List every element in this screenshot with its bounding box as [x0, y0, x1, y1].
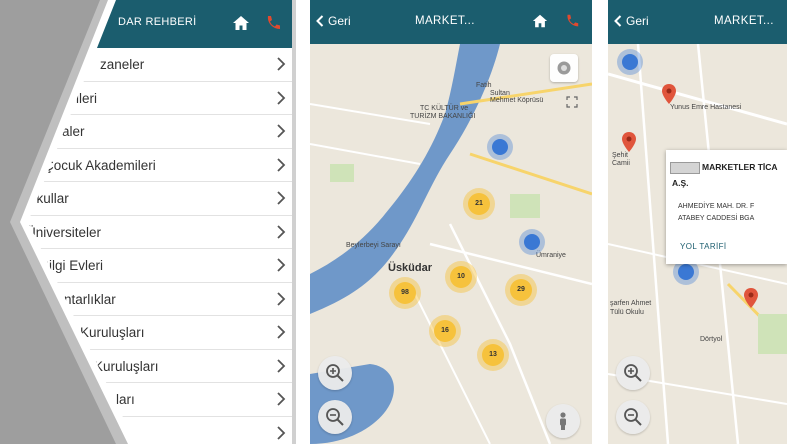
home-icon[interactable]: [232, 14, 250, 32]
my-location-button[interactable]: [550, 54, 578, 82]
chevron-right-icon: [277, 392, 286, 406]
chevron-right-icon: [277, 124, 286, 138]
chevron-right-icon: [277, 258, 286, 272]
screen-title: MARKET...: [415, 15, 475, 27]
business-name: MARKETLER TİCA: [702, 162, 778, 172]
map-pin-icon[interactable]: [622, 132, 636, 152]
map-cluster[interactable]: 16: [434, 320, 456, 342]
map-label: Beylerbeyi Sarayı: [346, 242, 401, 249]
business-name-suffix: A.Ş.: [672, 178, 689, 188]
back-chevron-icon[interactable]: [614, 15, 622, 27]
street-view-button[interactable]: [546, 404, 580, 438]
map-cluster[interactable]: 98: [394, 282, 416, 304]
chevron-right-icon: [277, 325, 286, 339]
detail-map-screen: Geri MARKET... Yunus Emre Hastanesi Şehi…: [608, 0, 787, 444]
phone-icon[interactable]: [264, 14, 282, 32]
screen-divider: [292, 0, 296, 444]
map-label: Tülü Okulu: [610, 309, 644, 316]
location-marker[interactable]: [524, 234, 540, 250]
phone-icon[interactable]: [564, 13, 580, 29]
zoom-out-icon: [624, 408, 642, 426]
location-marker[interactable]: [678, 264, 694, 280]
back-button[interactable]: Geri: [328, 14, 351, 28]
detail-header: Geri MARKET...: [608, 0, 787, 44]
map-cluster[interactable]: 29: [510, 279, 532, 301]
map-label: Fatih: [476, 82, 492, 89]
home-icon[interactable]: [532, 13, 548, 29]
map-pin-icon[interactable]: [662, 84, 676, 104]
zoom-in-icon: [624, 364, 642, 382]
zoom-in-button[interactable]: [318, 356, 352, 390]
map-label: Yunus Emre Hastanesi: [670, 104, 742, 111]
pegman-icon: [560, 412, 566, 430]
location-marker[interactable]: [622, 54, 638, 70]
chevron-right-icon: [277, 90, 286, 105]
back-chevron-icon[interactable]: [316, 15, 324, 27]
zoom-out-icon: [326, 408, 344, 426]
fullscreen-icon[interactable]: [566, 96, 578, 108]
zoom-out-button[interactable]: [318, 400, 352, 434]
location-marker[interactable]: [492, 139, 508, 155]
directions-link[interactable]: YOL TARİFİ: [680, 242, 727, 251]
map-label: Camii: [612, 160, 630, 167]
map-cluster[interactable]: 13: [482, 344, 504, 366]
info-window: MARKETLER TİCA A.Ş. AHMEDİYE MAH. DR. F …: [666, 150, 787, 264]
chevron-right-icon: [277, 57, 286, 71]
map-label: Sultan: [490, 90, 510, 97]
chevron-right-icon: [277, 224, 286, 239]
map-label: TC KÜLTÜR ve: [420, 105, 469, 112]
zoom-out-button[interactable]: [616, 400, 650, 434]
zoom-in-button[interactable]: [616, 356, 650, 390]
map-pin-icon[interactable]: [744, 288, 758, 308]
screen-title: MARKET...: [714, 15, 774, 27]
address-line: AHMEDİYE MAH. DR. F: [678, 203, 755, 210]
map-label: Dörtyol: [700, 336, 723, 343]
redacted-box: [670, 162, 700, 174]
map-label: Üsküdar: [388, 262, 433, 274]
chevron-right-icon: [277, 291, 286, 306]
directory-screen: DAR REHBERİ zaneler lleri aler Çocuk Aka…: [0, 0, 296, 444]
chevron-right-icon: [277, 157, 286, 172]
globe-icon: [557, 61, 571, 75]
map-screen: Geri MARKET... Fatih Sultan Mehmet Köprü…: [310, 0, 592, 444]
map-label: Mehmet Köprüsü: [490, 97, 544, 104]
map-label: şarfen Ahmet: [610, 300, 652, 307]
zoom-in-icon: [326, 364, 344, 382]
screenshot-collage: DAR REHBERİ zaneler lleri aler Çocuk Aka…: [0, 0, 787, 444]
map-label: Ümraniye: [536, 252, 566, 259]
map-header: Geri MARKET...: [310, 0, 592, 44]
chevron-right-icon: [277, 191, 286, 205]
back-button[interactable]: Geri: [626, 14, 649, 28]
chevron-right-icon: [277, 425, 286, 440]
map-cluster[interactable]: 10: [450, 266, 472, 288]
address-line: ATABEY CADDESİ BGA: [678, 215, 755, 222]
chevron-right-icon: [277, 358, 286, 373]
map-label: TURİZM BAKANLIĞI: [410, 113, 476, 120]
arrow-decoration: [0, 0, 136, 444]
map-cluster[interactable]: 21: [468, 193, 490, 215]
map-label: Şehit: [612, 152, 628, 159]
